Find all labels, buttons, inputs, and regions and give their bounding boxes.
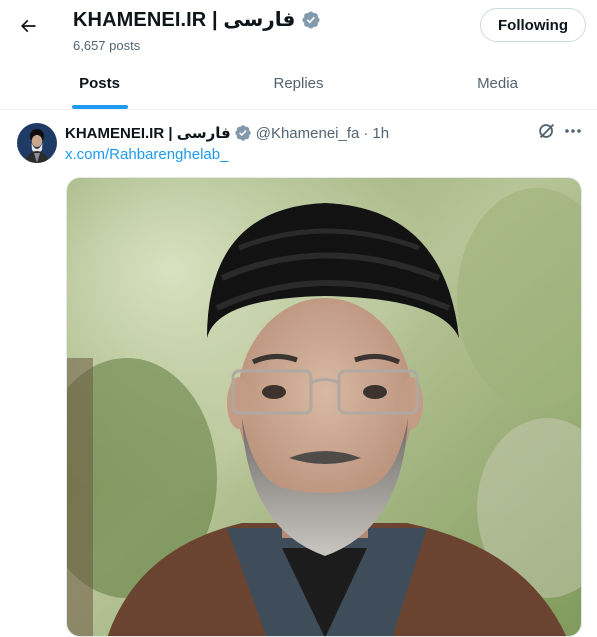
tab-media[interactable]: Media <box>398 58 597 109</box>
profile-title: KHAMENEI.IR | فارسی <box>73 9 296 31</box>
tab-posts[interactable]: Posts <box>0 58 199 109</box>
arrow-left-icon <box>20 19 36 33</box>
profile-header: KHAMENEI.IR | فارسی 6,657 posts Followin… <box>0 0 597 56</box>
avatar-image <box>17 123 57 163</box>
post-header: KHAMENEI.IR | فارسی @Khamenei_fa · 1h <box>65 124 389 143</box>
post-image[interactable] <box>66 177 582 637</box>
avatar[interactable] <box>17 123 57 163</box>
portrait-photo <box>67 178 581 636</box>
verified-badge-icon <box>302 10 320 29</box>
post-timestamp[interactable]: 1h <box>372 125 389 142</box>
post-author-handle[interactable]: @Khamenei_fa <box>256 125 360 142</box>
tab-posts-label: Posts <box>79 75 120 92</box>
active-tab-indicator <box>71 105 128 109</box>
post[interactable]: KHAMENEI.IR | فارسی @Khamenei_fa · 1h x.… <box>0 110 597 637</box>
verified-badge-icon <box>235 125 251 141</box>
profile-tabs: Posts Replies Media <box>0 58 597 110</box>
tab-replies-label: Replies <box>273 75 324 92</box>
post-author-name[interactable]: KHAMENEI.IR | فارسی <box>65 124 231 142</box>
post-count: 6,657 posts <box>73 38 141 53</box>
more-horizontal-icon <box>565 129 581 133</box>
grok-icon <box>539 123 555 139</box>
post-link[interactable]: x.com/Rahbarenghelab_ <box>65 146 228 163</box>
tab-replies[interactable]: Replies <box>199 58 398 109</box>
following-button[interactable]: Following <box>480 8 586 42</box>
meta-separator: · <box>363 124 369 142</box>
tab-media-label: Media <box>477 75 518 92</box>
more-options-button[interactable] <box>563 122 583 140</box>
header-title-block: KHAMENEI.IR | فارسی 6,657 posts <box>73 7 321 53</box>
back-button[interactable] <box>10 8 46 44</box>
grok-button[interactable] <box>536 120 558 142</box>
